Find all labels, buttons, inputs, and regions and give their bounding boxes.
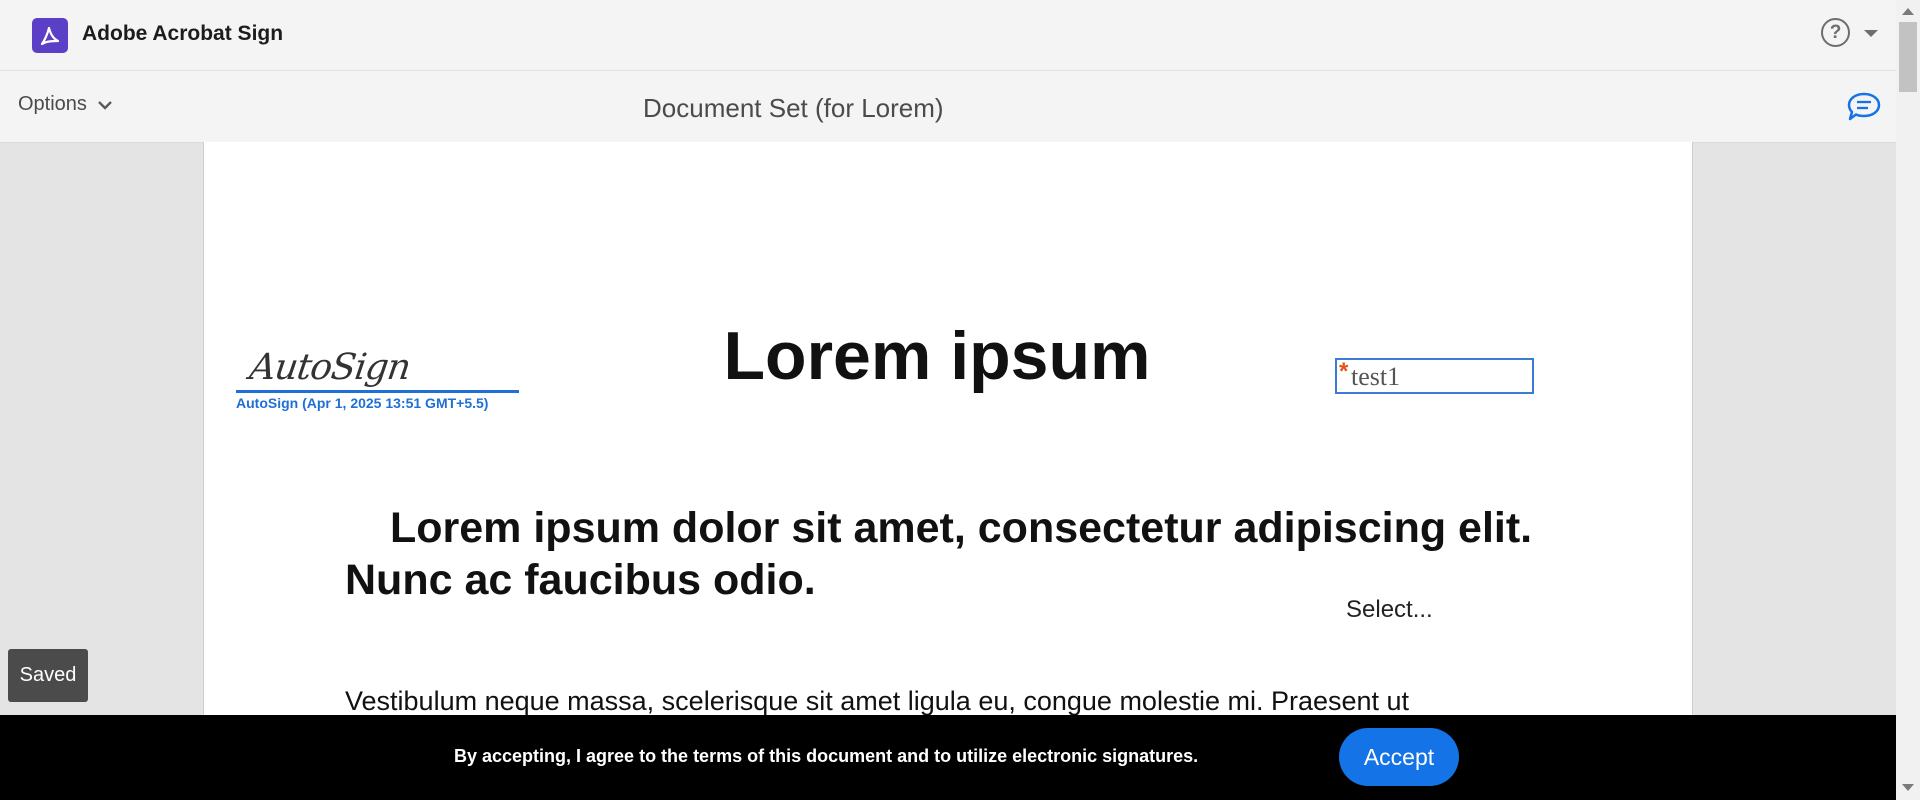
accept-button[interactable]: Accept bbox=[1339, 728, 1459, 786]
help-menu-caret-icon[interactable] bbox=[1864, 30, 1878, 37]
required-marker: * bbox=[1339, 358, 1349, 385]
scrollbar-thumb[interactable] bbox=[1899, 22, 1917, 92]
saved-status-badge: Saved bbox=[8, 649, 88, 702]
document-page: AutoSign AutoSign (Apr 1, 2025 13:51 GMT… bbox=[203, 142, 1693, 716]
chevron-down-icon bbox=[98, 100, 112, 110]
document-title: Document Set (for Lorem) bbox=[643, 93, 944, 123]
help-icon[interactable]: ? bbox=[1821, 18, 1850, 47]
required-text-field[interactable]: * test1 bbox=[1335, 358, 1534, 394]
select-dropdown[interactable]: Select... bbox=[1346, 596, 1433, 624]
body-paragraph: Vestibulum neque massa, scelerisque sit … bbox=[345, 686, 1410, 716]
acrobat-logo-icon bbox=[32, 18, 68, 53]
field-value: test1 bbox=[1351, 362, 1401, 391]
scroll-up-arrow-icon[interactable] bbox=[1902, 8, 1914, 15]
consent-text: By accepting, I agree to the terms of th… bbox=[454, 746, 1199, 766]
vertical-scrollbar[interactable] bbox=[1896, 0, 1920, 800]
scroll-down-arrow-icon[interactable] bbox=[1902, 784, 1914, 791]
options-menu[interactable]: Options bbox=[18, 93, 113, 116]
document-toolbar: Options Document Set (for Lorem) bbox=[0, 71, 1896, 143]
comment-bubble-icon[interactable] bbox=[1846, 91, 1882, 128]
lead-paragraph: Lorem ipsum dolor sit amet, consectetur … bbox=[345, 504, 1533, 604]
app-title: Adobe Acrobat Sign bbox=[82, 22, 284, 45]
signature-caption: AutoSign (Apr 1, 2025 13:51 GMT+5.5) bbox=[236, 395, 489, 411]
consent-bar: By accepting, I agree to the terms of th… bbox=[0, 715, 1896, 800]
options-label: Options bbox=[18, 93, 87, 115]
top-bar: Adobe Acrobat Sign ? bbox=[0, 0, 1896, 71]
